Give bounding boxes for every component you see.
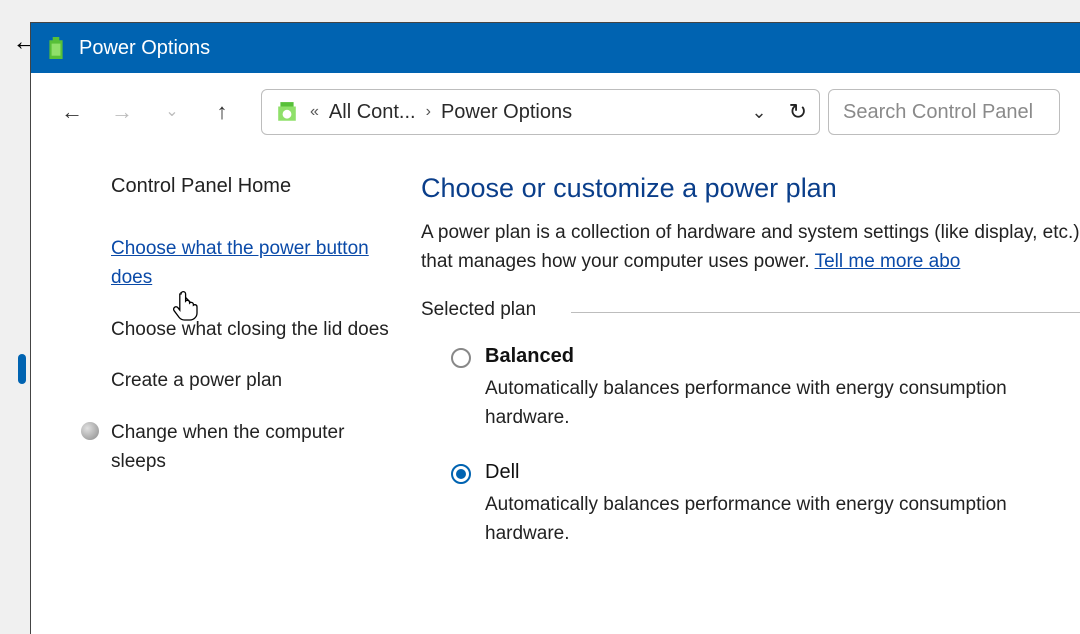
moon-icon	[81, 422, 99, 440]
group-divider	[571, 312, 1080, 313]
nav-history-dropdown[interactable]: ⌄	[161, 104, 183, 120]
selected-plan-group: Selected plan	[421, 299, 1080, 321]
desc-text: A power plan is a collection of hardware…	[421, 222, 1080, 272]
radio-balanced[interactable]	[451, 348, 471, 368]
address-dropdown[interactable]: ⌄	[751, 102, 780, 123]
breadcrumb-current[interactable]: Power Options	[441, 101, 572, 124]
plan-body: Balanced Automatically balances performa…	[485, 345, 1080, 433]
refresh-button[interactable]: ↻	[789, 99, 807, 125]
page-heading: Choose or customize a power plan	[421, 173, 1080, 204]
plan-name[interactable]: Balanced	[485, 345, 1080, 368]
search-placeholder: Search Control Panel	[843, 101, 1033, 124]
toolbar: ← → ⌄ ↑ « All Cont... › Power Options ⌄ …	[31, 73, 1080, 153]
plan-dell[interactable]: Dell Automatically balances performance …	[421, 461, 1080, 549]
address-bar[interactable]: « All Cont... › Power Options ⌄ ↻	[261, 89, 820, 135]
nav-up-button[interactable]: ↑	[211, 101, 233, 123]
main-panel: Choose or customize a power plan A power…	[421, 163, 1080, 577]
sidebar: Control Panel Home Choose what the power…	[31, 163, 421, 577]
sidebar-link-power-button[interactable]: Choose what the power button does	[81, 234, 401, 293]
nav-back-button[interactable]: ←	[61, 101, 83, 123]
sidebar-link-sleep[interactable]: Change when the computer sleeps	[81, 418, 401, 477]
plan-description: Automatically balances performance with …	[485, 490, 1080, 549]
sidebar-home-link[interactable]: Control Panel Home	[81, 175, 401, 198]
breadcrumb-root[interactable]: All Cont...	[329, 101, 416, 124]
sidebar-link-create-plan[interactable]: Create a power plan	[81, 366, 401, 395]
search-input[interactable]: Search Control Panel	[828, 89, 1060, 135]
radio-dell[interactable]	[451, 464, 471, 484]
window-edge-indicator	[18, 354, 26, 384]
battery-icon	[45, 35, 67, 61]
window-frame: Power Options ← → ⌄ ↑ « All Cont... › Po…	[30, 22, 1080, 634]
selected-plan-label: Selected plan	[421, 299, 550, 321]
nav-group: ← → ⌄ ↑	[61, 101, 253, 123]
titlebar[interactable]: Power Options	[31, 23, 1080, 73]
nav-forward-button[interactable]: →	[111, 101, 133, 123]
plan-balanced[interactable]: Balanced Automatically balances performa…	[421, 345, 1080, 433]
plan-body: Dell Automatically balances performance …	[485, 461, 1080, 549]
plan-name[interactable]: Dell	[485, 461, 1080, 484]
sidebar-link-closing-lid[interactable]: Choose what closing the lid does	[81, 315, 401, 344]
window-title: Power Options	[79, 37, 210, 60]
control-panel-icon	[274, 99, 300, 125]
breadcrumb-separator: ›	[424, 103, 433, 121]
sidebar-item-label: Change when the computer sleeps	[111, 418, 401, 477]
page-description: A power plan is a collection of hardware…	[421, 218, 1080, 277]
content-area: Control Panel Home Choose what the power…	[31, 153, 1080, 577]
plan-description: Automatically balances performance with …	[485, 374, 1080, 433]
learn-more-link[interactable]: Tell me more abo	[815, 251, 961, 272]
breadcrumb-overflow[interactable]: «	[308, 103, 321, 121]
